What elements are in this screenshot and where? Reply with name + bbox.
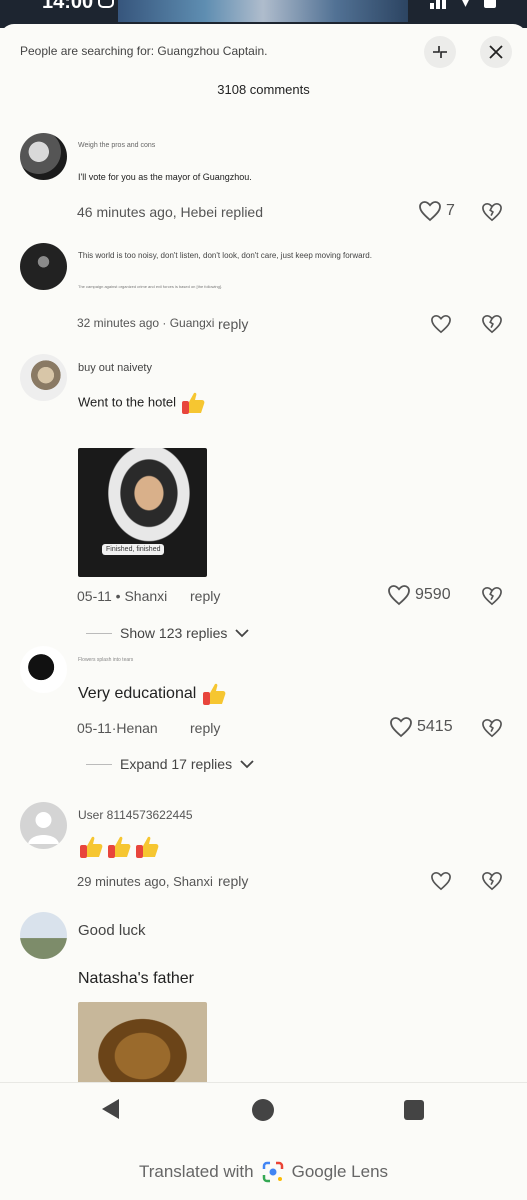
- signal-icon: [430, 0, 454, 9]
- avatar[interactable]: [20, 133, 67, 180]
- expand-replies-label: Expand 17 replies: [120, 756, 233, 772]
- reply-button[interactable]: reply: [218, 316, 248, 332]
- broken-heart-icon[interactable]: [481, 718, 503, 738]
- divider: [86, 763, 112, 765]
- heart-icon[interactable]: [430, 871, 452, 891]
- reply-button[interactable]: reply: [190, 588, 220, 604]
- comment-username[interactable]: Good luck: [78, 922, 146, 939]
- comment-meta: 46 minutes ago, Hebei replied: [77, 204, 264, 220]
- like-count: 7: [446, 202, 455, 219]
- heart-icon: [388, 585, 410, 606]
- comment-text: The campaign against organized crime and…: [78, 284, 223, 289]
- battery-icon: [484, 0, 496, 8]
- avatar[interactable]: [20, 354, 67, 401]
- image-caption: Finished, finished: [102, 544, 165, 555]
- broken-heart-icon[interactable]: [481, 314, 503, 334]
- like-button[interactable]: 5415: [389, 716, 453, 738]
- comments-sheet: People are searching for: Guangzhou Capt…: [0, 24, 527, 1084]
- default-user-icon: [28, 812, 59, 844]
- home-icon[interactable]: [252, 1099, 274, 1121]
- google-lens-label: Google Lens: [291, 1162, 389, 1181]
- comment-username[interactable]: buy out naivety: [78, 362, 152, 374]
- broken-heart-icon[interactable]: [481, 586, 503, 606]
- heart-icon[interactable]: [430, 314, 452, 334]
- video-thumbnail-strip: [118, 0, 408, 22]
- instagram-icon: [98, 0, 114, 8]
- thumbs-up-icon: [202, 683, 226, 705]
- thumbs-up-icon: [108, 836, 131, 858]
- translated-with-label: Translated with: [138, 1162, 254, 1181]
- thumbs-up-icon: [181, 392, 205, 414]
- thumbs-up-icon: [80, 836, 103, 858]
- comment-text: I'll vote for you as the mayor of Guangz…: [78, 172, 252, 182]
- lens-footer: Translated with Google Lens: [0, 1161, 527, 1183]
- comment-meta: 05-11 • Shanxi: [77, 588, 168, 604]
- close-button[interactable]: [480, 36, 512, 68]
- heart-icon: [390, 717, 412, 738]
- comment-meta: 29 minutes ago, Shanxi: [77, 874, 213, 889]
- emoji-row: [78, 834, 160, 860]
- chevron-down-icon: [240, 760, 254, 769]
- collapse-button[interactable]: [424, 36, 456, 68]
- comment-username[interactable]: Flowers splash into tears: [78, 657, 133, 663]
- recents-icon[interactable]: [404, 1100, 424, 1120]
- avatar[interactable]: [20, 912, 67, 959]
- reply-button[interactable]: reply: [218, 873, 248, 889]
- show-replies-label: Show 123 replies: [120, 625, 228, 641]
- wifi-icon: ▾: [462, 0, 470, 10]
- comment-text: Natasha's father: [78, 970, 195, 987]
- like-button[interactable]: 7: [418, 200, 455, 222]
- comment-image[interactable]: Finished, finished: [78, 448, 207, 577]
- expand-replies-button[interactable]: Expand 17 replies: [86, 756, 254, 772]
- comment-text-body: Went to the hotel: [78, 394, 177, 410]
- like-count: 9590: [415, 586, 451, 603]
- broken-heart-icon[interactable]: [481, 871, 503, 891]
- comment-image[interactable]: [78, 1002, 207, 1084]
- broken-heart-icon[interactable]: [481, 202, 503, 222]
- search-hint[interactable]: People are searching for: Guangzhou Capt…: [20, 44, 268, 58]
- reply-button[interactable]: reply: [190, 720, 220, 736]
- back-icon[interactable]: [102, 1099, 119, 1119]
- avatar[interactable]: [20, 802, 67, 849]
- comment-username[interactable]: This world is too noisy, don't listen, d…: [78, 251, 372, 260]
- comment-text: Very educational: [78, 681, 227, 707]
- like-count: 5415: [417, 718, 453, 735]
- system-nav-bar: Translated with Google Lens: [0, 1082, 527, 1200]
- comment-username[interactable]: User 8114573622445: [78, 808, 193, 822]
- divider: [86, 632, 112, 634]
- google-lens-icon: [262, 1161, 283, 1183]
- show-replies-button[interactable]: Show 123 replies: [86, 625, 250, 641]
- comments-count: 3108 comments: [217, 82, 310, 97]
- chevron-down-icon: [235, 629, 250, 638]
- status-time: 14:00: [42, 0, 94, 13]
- comment-meta: 32 minutes ago · Guangxi: [77, 316, 215, 330]
- collapse-icon: [433, 46, 447, 58]
- comment-text: Went to the hotel: [78, 390, 206, 416]
- close-icon: [489, 45, 503, 59]
- avatar[interactable]: [20, 646, 67, 693]
- comment-username[interactable]: Weigh the pros and cons: [78, 142, 155, 149]
- avatar[interactable]: [20, 243, 67, 290]
- like-button[interactable]: 9590: [387, 584, 451, 606]
- comment-meta: 05-11·Henan: [77, 720, 158, 736]
- heart-icon: [419, 201, 441, 222]
- comment-text-body: Very educational: [78, 685, 197, 703]
- thumbs-up-icon: [136, 836, 159, 858]
